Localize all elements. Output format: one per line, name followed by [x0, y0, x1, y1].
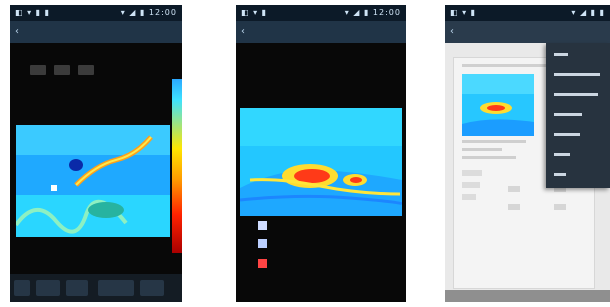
app-bar: ‹	[10, 21, 182, 43]
tool-button[interactable]	[14, 280, 30, 296]
thermal-image-graphic	[240, 108, 402, 216]
tool-button[interactable]	[66, 280, 88, 296]
report-field	[462, 194, 476, 200]
menu-item-bar	[554, 53, 568, 56]
menu-item-bar	[554, 173, 566, 176]
tool-button[interactable]	[36, 280, 60, 296]
status-bar: ◧ ▾ ▮ ▮ ▾ ◢ ▮ 12:00	[10, 5, 182, 21]
tool-button[interactable]	[140, 280, 164, 296]
report-line	[462, 140, 526, 143]
status-icons-right: ▾ ◢ ▮ 12:00	[344, 8, 401, 17]
tool-button[interactable]	[98, 280, 134, 296]
thermal-image[interactable]	[16, 125, 170, 237]
temperature-scale-bar	[172, 79, 182, 253]
back-arrow-icon[interactable]: ‹	[241, 26, 245, 37]
back-arrow-icon[interactable]: ‹	[15, 26, 19, 37]
status-icons-left: ◧ ▾ ▮	[450, 8, 477, 17]
screen-3-report-view: ◧ ▾ ▮ ▾ ◢ ▮ ▮ ‹	[445, 5, 610, 302]
bottom-bar	[445, 290, 610, 302]
screen-2-thermal-view: ◧ ▾ ▮ ▾ ◢ ▮ 12:00 ‹	[236, 5, 406, 302]
report-field	[508, 204, 520, 210]
status-bar: ◧ ▾ ▮ ▾ ◢ ▮ ▮	[445, 5, 610, 21]
mode-chip[interactable]	[30, 65, 46, 75]
bottom-toolbar	[10, 274, 182, 302]
screen-1-thermal-view: ◧ ▾ ▮ ▮ ▾ ◢ ▮ 12:00 ‹	[10, 5, 182, 302]
report-line	[462, 148, 502, 151]
mode-chips	[30, 60, 97, 79]
thermal-image-graphic	[16, 125, 170, 237]
menu-item-bar	[554, 133, 580, 136]
status-bar: ◧ ▾ ▮ ▾ ◢ ▮ 12:00	[236, 5, 406, 21]
report-field	[508, 186, 520, 192]
back-arrow-icon[interactable]: ‹	[450, 26, 454, 37]
thermal-image[interactable]	[240, 108, 402, 216]
legend-swatch	[258, 239, 267, 248]
menu-item-bar	[554, 73, 600, 76]
app-bar: ‹	[445, 21, 610, 43]
report-field	[554, 204, 566, 210]
menu-item-bar	[554, 93, 598, 96]
status-icons-left: ◧ ▾ ▮	[241, 8, 268, 17]
mode-chip[interactable]	[78, 65, 95, 75]
status-icons-right: ▾ ◢ ▮ ▮	[571, 8, 605, 17]
status-icons-right: ▾ ◢ ▮ 12:00	[120, 8, 177, 17]
menu-item-bar	[554, 153, 570, 156]
report-field	[462, 182, 480, 188]
report-field	[462, 170, 482, 176]
report-thumbnail[interactable]	[462, 74, 534, 136]
overflow-menu	[546, 43, 610, 188]
report-line	[462, 156, 516, 159]
legend-swatch	[258, 259, 267, 268]
legend-swatch	[258, 221, 267, 230]
thermal-thumbnail-graphic	[462, 74, 534, 136]
menu-item-bar	[554, 113, 582, 116]
status-icons-left: ◧ ▾ ▮ ▮	[15, 8, 51, 17]
mode-chip[interactable]	[54, 65, 71, 75]
app-bar: ‹	[236, 21, 406, 43]
